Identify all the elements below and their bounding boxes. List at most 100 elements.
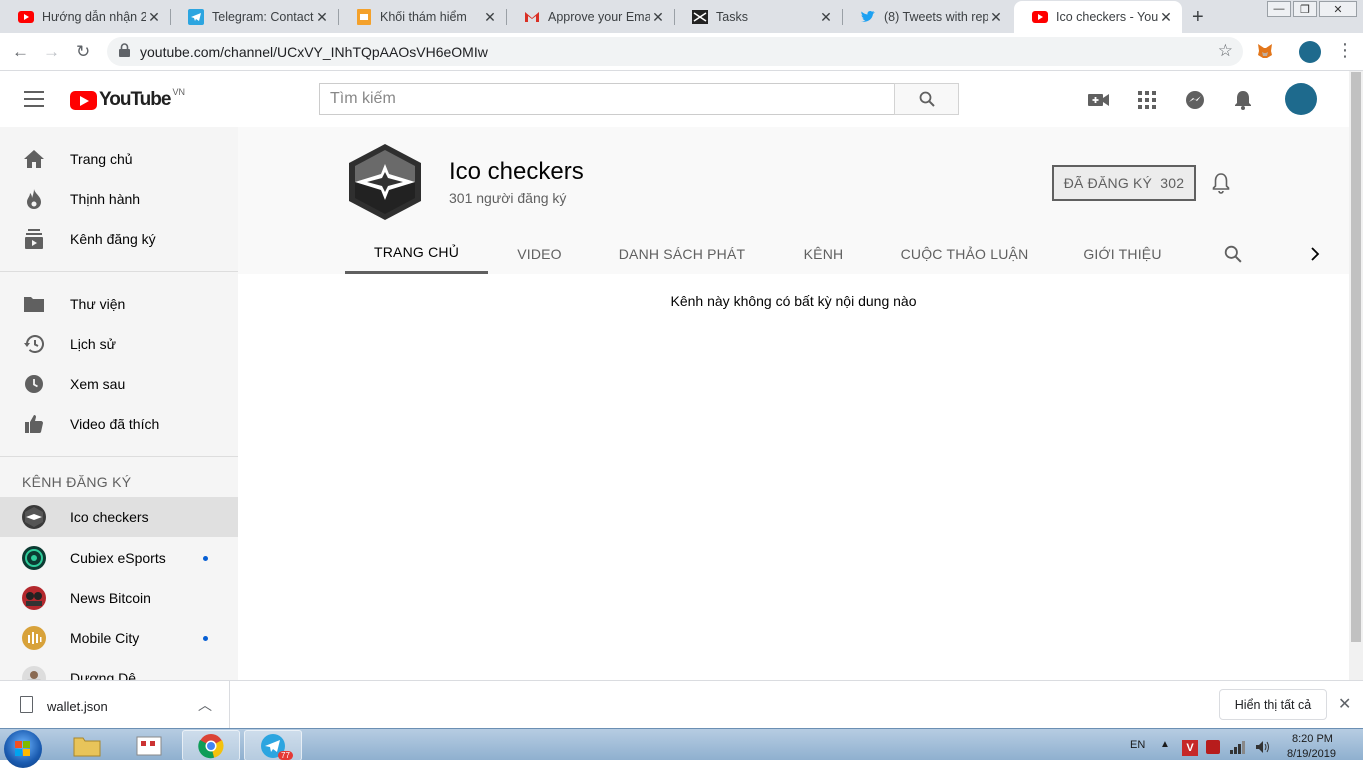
channel-avatar [22,546,46,570]
subscription-item-ico-checkers[interactable]: Ico checkers [0,497,238,537]
user-avatar[interactable] [1285,83,1317,115]
close-tab-icon[interactable]: ✕ [818,9,834,26]
sidebar-item-subscriptions[interactable]: Kênh đăng ký [0,219,238,259]
chrome-icon [198,733,224,758]
subscribed-button[interactable]: ĐÃ ĐĂNG KÝ 302 [1052,165,1196,201]
history-icon [24,334,44,354]
subscription-item-duong-de[interactable]: Dương Dê [0,658,238,680]
channel-content: Kênh này không có bất kỳ nội dung nào [238,274,1349,680]
tab-discussion[interactable]: CUỘC THẢO LUẬN [874,233,1055,274]
reload-icon[interactable]: ↻ [76,42,90,62]
profile-avatar[interactable] [1299,41,1321,63]
window-close-button[interactable]: ✕ [1319,1,1357,17]
notifications-bell-icon[interactable] [1232,89,1254,111]
subscription-item-news-bitcoin[interactable]: News Bitcoin [0,578,238,618]
close-download-bar-icon[interactable]: ✕ [1338,694,1351,714]
search-icon [919,91,935,107]
search-button[interactable] [894,83,959,115]
sidebar-divider [0,456,238,457]
taskbar-chrome[interactable] [182,730,240,761]
show-all-downloads-button[interactable]: Hiển thị tất cả [1219,689,1327,720]
forward-icon[interactable]: → [43,42,60,62]
browser-tab-active[interactable]: Ico checkers - YouT ✕ [1014,1,1182,33]
browser-tab[interactable]: Khối thám hiểm ✕ [338,1,507,33]
minimize-button[interactable]: — [1267,1,1291,17]
chevron-up-icon[interactable]: ︿ [198,695,212,715]
security-tray-icon[interactable] [1206,740,1220,754]
new-tab-button[interactable]: + [1192,6,1204,29]
youtube-play-icon [70,90,97,110]
tab-home[interactable]: TRANG CHỦ [345,233,488,274]
apps-grid-icon[interactable] [1136,89,1158,111]
close-tab-icon[interactable]: ✕ [146,9,162,26]
download-item[interactable]: wallet.json ︿ [0,681,230,729]
subscriber-count: 301 người đăng ký [449,190,567,206]
close-tab-icon[interactable]: ✕ [314,9,330,26]
clock-icon [24,374,44,394]
browser-tab[interactable]: (8) Tweets with rep ✕ [842,1,1012,33]
language-indicator[interactable]: EN [1130,739,1145,751]
browser-tab[interactable]: Approve your Email ✕ [506,1,675,33]
sidebar-item-liked-videos[interactable]: Video đã thích [0,404,238,444]
volume-icon[interactable] [1255,740,1271,754]
notification-bell-icon[interactable] [1210,172,1232,194]
show-hidden-icons[interactable]: ▲ [1160,739,1170,750]
taskbar-explorer[interactable] [58,730,116,761]
restore-button[interactable]: ❐ [1293,1,1317,17]
taskbar-telegram[interactable]: 77 [244,730,302,761]
youtube-masthead: YouTube VN Tìm kiếm [0,71,1349,127]
new-content-dot [203,556,208,561]
sidebar-item-home[interactable]: Trang chủ [0,139,238,179]
channel-avatar [22,586,46,610]
bookmark-star-icon[interactable]: ☆ [1218,41,1233,61]
subscription-item-cubiex-esports[interactable]: Cubiex eSports [0,538,238,578]
hamburger-menu-icon[interactable] [24,91,44,107]
network-signal-icon[interactable] [1230,740,1246,754]
tab-search[interactable] [1209,233,1257,274]
subscriptions-heading: KÊNH ĐĂNG KÝ [22,474,132,490]
metamask-extension-icon[interactable] [1256,42,1274,60]
close-tab-icon[interactable]: ✕ [482,9,498,26]
url-text: youtube.com/channel/UCxVY_INhTQpAAOsVH6e… [140,44,488,60]
close-tab-icon[interactable]: ✕ [1158,9,1174,26]
taskbar-app[interactable] [120,730,178,761]
scrollbar-thumb[interactable] [1351,72,1361,642]
browser-menu-icon[interactable]: ⋮ [1336,40,1354,61]
download-bar: wallet.json ︿ Hiển thị tất cả ✕ [0,680,1363,729]
browser-tab[interactable]: Telegram: Contact @ ✕ [170,1,339,33]
tab-channels[interactable]: KÊNH [773,233,874,274]
sidebar-item-library[interactable]: Thư viện [0,284,238,324]
tab-about[interactable]: GIỚI THIỆU [1055,233,1190,274]
sidebar-divider [0,271,238,272]
folder-icon [73,737,101,756]
youtube-logo[interactable]: YouTube VN [70,87,185,111]
tab-playlists[interactable]: DANH SÁCH PHÁT [591,233,773,274]
tabs-scroll-right[interactable] [1295,233,1335,274]
close-tab-icon[interactable]: ✕ [988,9,1004,26]
lock-icon [119,43,130,57]
windows-logo-icon [15,741,30,756]
windows-taskbar: 77 EN ▲ V 8:20 PM 8/19/2019 [0,728,1363,768]
page-scrollbar[interactable] [1349,71,1363,680]
create-video-icon[interactable] [1088,89,1110,111]
new-content-dot [203,636,208,641]
close-tab-icon[interactable]: ✕ [650,9,666,26]
sidebar-item-history[interactable]: Lịch sử [0,324,238,364]
back-icon[interactable]: ← [12,42,29,62]
start-button[interactable] [4,730,42,768]
browser-tab[interactable]: Hướng dẫn nhận 2€ ✕ [0,1,171,33]
sidebar-item-watch-later[interactable]: Xem sau [0,364,238,404]
browser-tab[interactable]: Tasks ✕ [674,1,843,33]
clock-time[interactable]: 8:20 PM [1292,733,1333,745]
youtube-icon [18,9,34,25]
channel-avatar [22,666,46,680]
sidebar-item-trending[interactable]: Thịnh hành [0,179,238,219]
clock-date[interactable]: 8/19/2019 [1287,748,1336,760]
tab-videos[interactable]: VIDEO [488,233,591,274]
subscription-item-mobile-city[interactable]: Mobile City [0,618,238,658]
vivaldi-tray-icon[interactable]: V [1182,740,1198,756]
search-input[interactable]: Tìm kiếm [319,83,895,115]
omnibox[interactable]: youtube.com/channel/UCxVY_INhTQpAAOsVH6e… [107,37,1243,66]
fire-icon [24,189,44,209]
messages-icon[interactable] [1184,89,1206,111]
